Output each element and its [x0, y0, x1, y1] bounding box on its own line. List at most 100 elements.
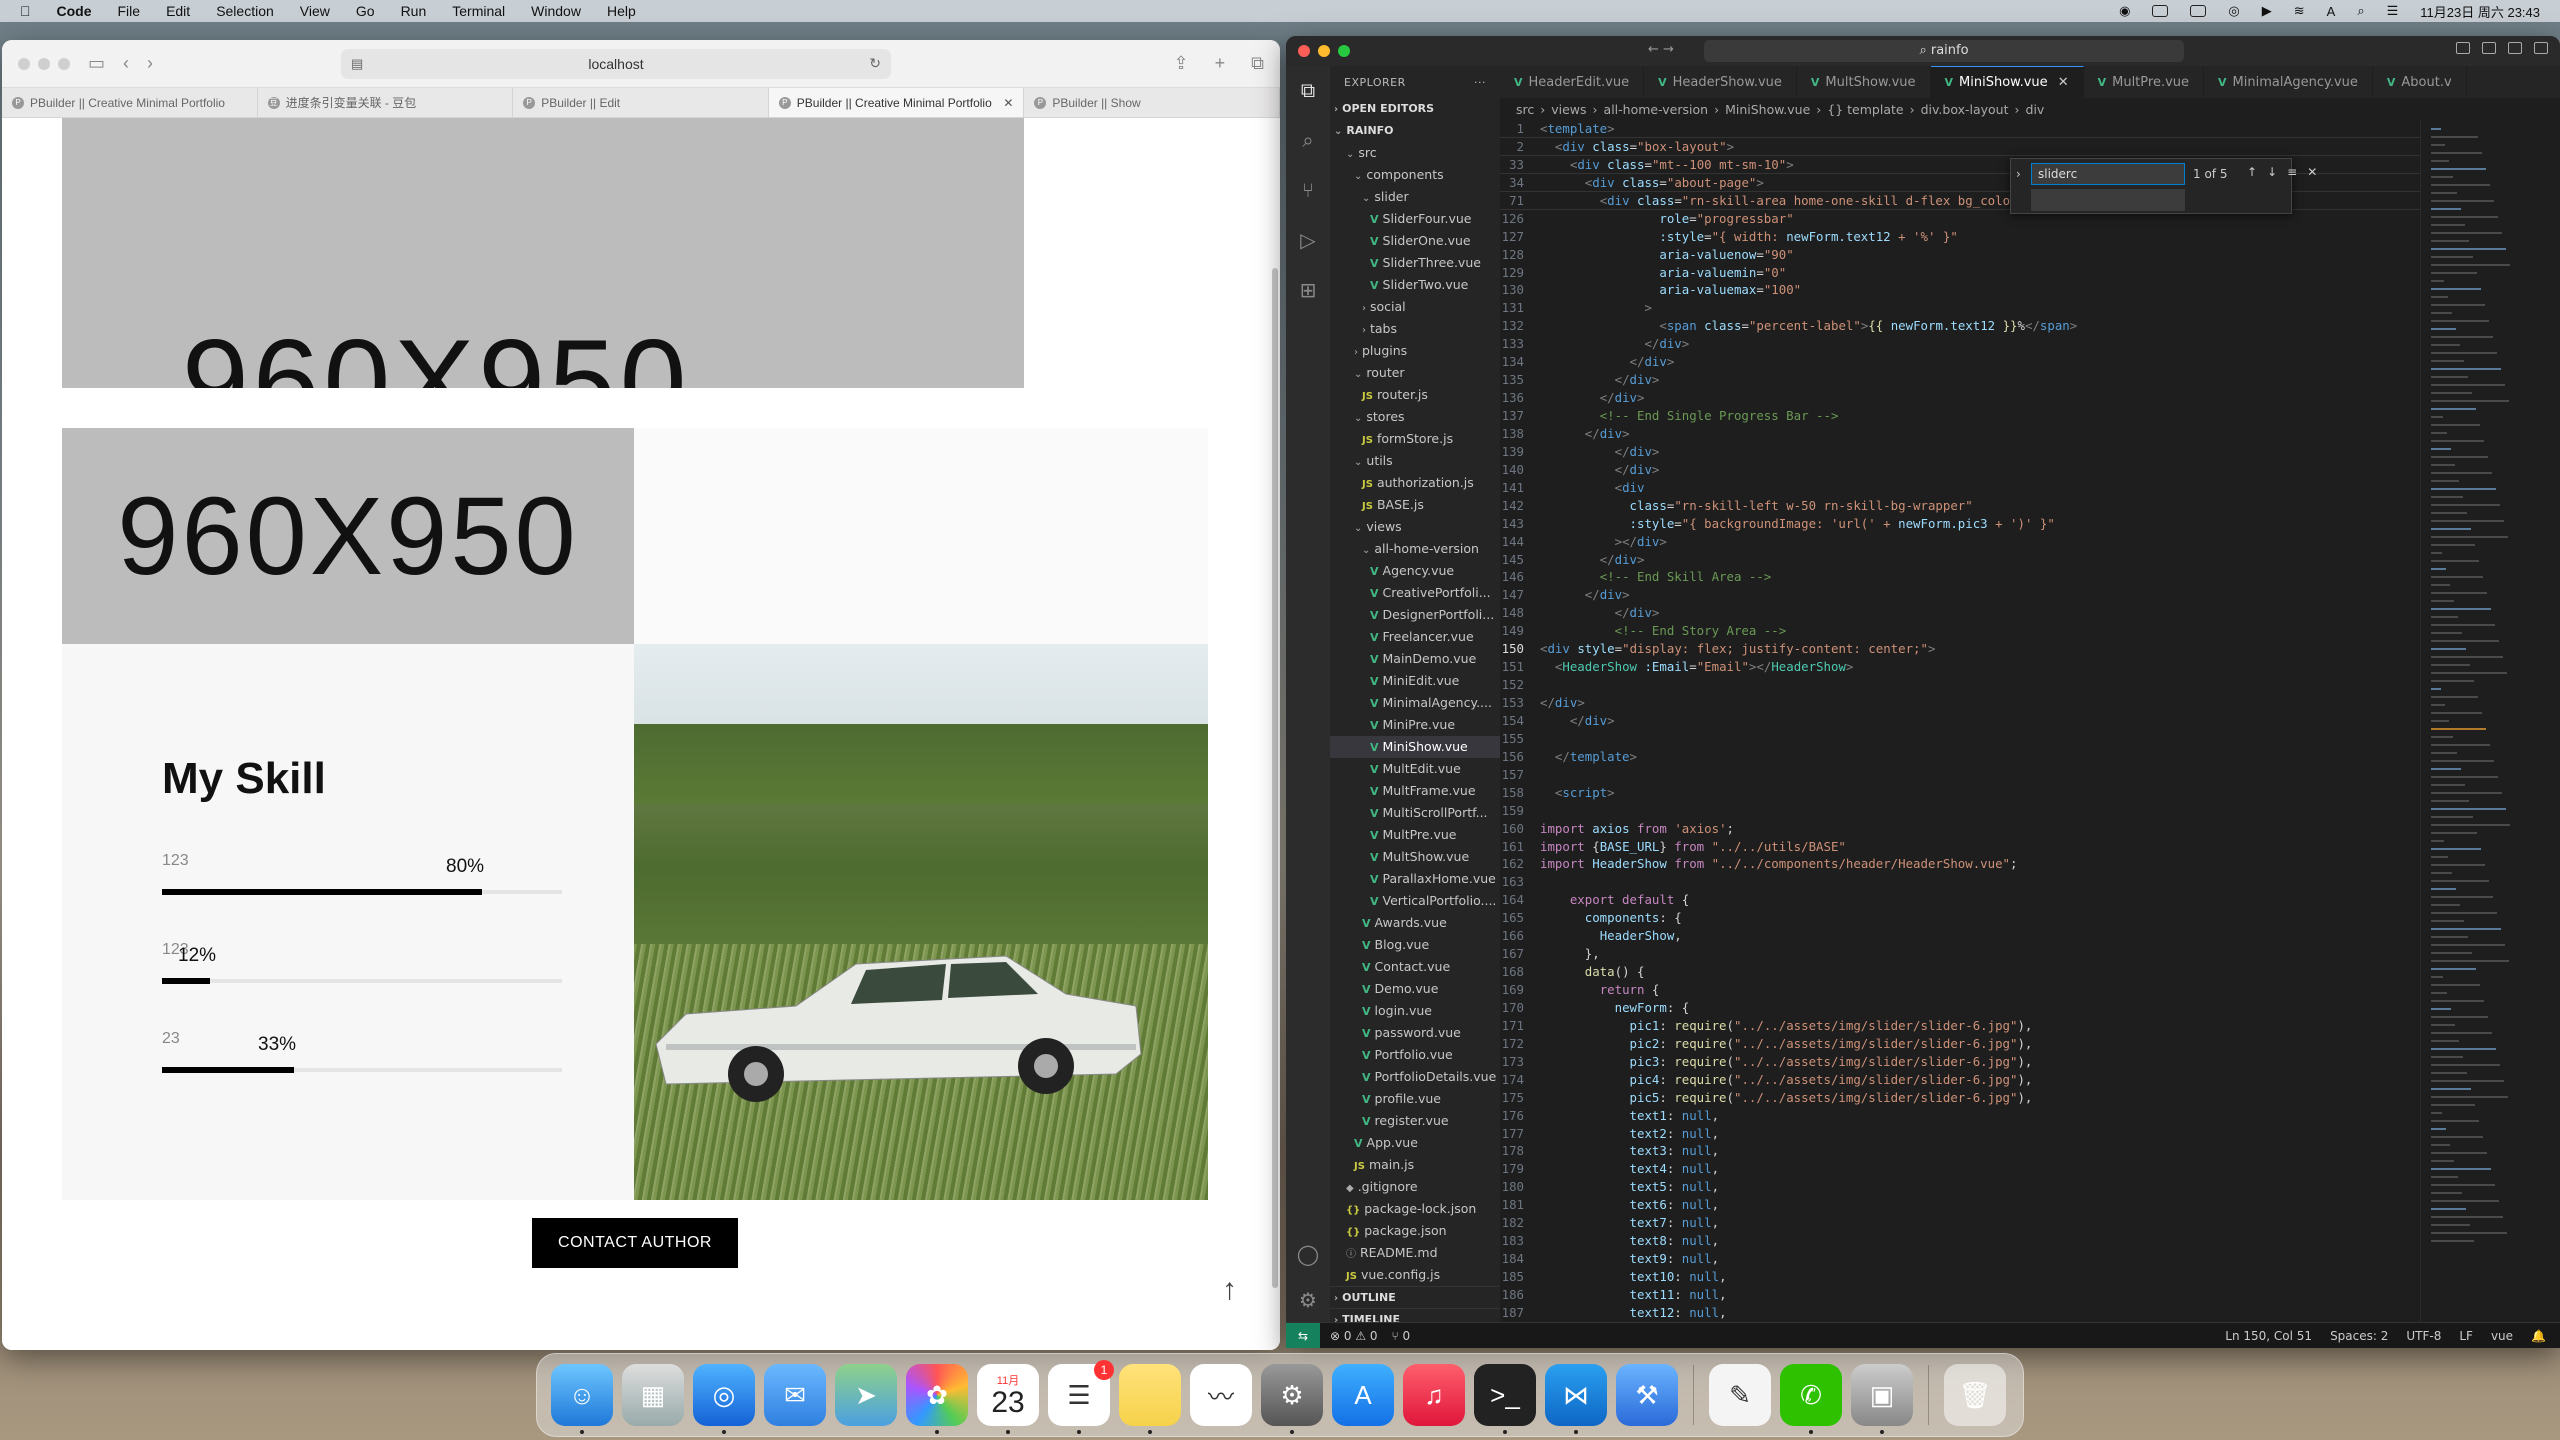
dock-mail-icon[interactable]: ✉	[764, 1364, 826, 1426]
dock-finder-icon[interactable]: ☺	[551, 1364, 613, 1434]
share-icon[interactable]: ⇪	[1174, 53, 1189, 74]
menu-window[interactable]: Window	[531, 3, 581, 19]
menu-clock[interactable]: 11月23日 周六 23:43	[2420, 2, 2540, 21]
code-line[interactable]: 140 </div>	[1500, 461, 2420, 479]
code-line[interactable]: 144 ></div>	[1500, 533, 2420, 551]
run-debug-icon[interactable]: ▷	[1296, 228, 1320, 252]
code-line[interactable]: 149 <!-- End Story Area -->	[1500, 622, 2420, 640]
code-line[interactable]: 138 </div>	[1500, 425, 2420, 443]
editor-tab[interactable]: V HeaderShow.vue	[1644, 66, 1797, 98]
tree-file[interactable]: V Demo.vue	[1330, 978, 1500, 1000]
sticky-scroll-line[interactable]: 2 <div class="box-layout">	[1500, 137, 2420, 156]
editor-tab[interactable]: V MiniShow.vue ✕	[1930, 66, 2084, 98]
code-line[interactable]: 139 </div>	[1500, 443, 2420, 461]
tree-folder[interactable]: ⌄ views	[1330, 516, 1500, 538]
tree-file[interactable]: ◆ .gitignore	[1330, 1176, 1500, 1198]
code-line[interactable]: 171 pic1: require("../../assets/img/slid…	[1500, 1017, 2420, 1035]
code-line[interactable]: 158 <script>	[1500, 784, 2420, 802]
code-line[interactable]: 156 </template>	[1500, 748, 2420, 766]
code-line[interactable]: 137 <!-- End Single Progress Bar -->	[1500, 407, 2420, 425]
editor-tab[interactable]: V HeaderEdit.vue	[1500, 66, 1645, 98]
code-line[interactable]: 177 text2: null,	[1500, 1125, 2420, 1143]
minimize-window-button[interactable]	[1318, 45, 1330, 57]
breadcrumb-item[interactable]: views	[1551, 102, 1586, 117]
tree-folder[interactable]: ⌄ all-home-version	[1330, 538, 1500, 560]
code-line[interactable]: 145 </div>	[1500, 551, 2420, 569]
code-line[interactable]: 132 <span class="percent-label">{{ newFo…	[1500, 317, 2420, 335]
nav-arrows-icon[interactable]: ← →	[1648, 42, 1674, 57]
code-line[interactable]: 133 </div>	[1500, 335, 2420, 353]
menu-help[interactable]: Help	[607, 3, 636, 19]
tree-folder[interactable]: › tabs	[1330, 318, 1500, 340]
tree-file[interactable]: ⓘ README.md	[1330, 1242, 1500, 1264]
code-line[interactable]: 141 <div	[1500, 479, 2420, 497]
menu-edit[interactable]: Edit	[166, 3, 190, 19]
ports-indicator[interactable]: ⑂ 0	[1392, 1329, 1411, 1343]
remote-indicator-icon[interactable]: ⇆	[1286, 1322, 1320, 1348]
code-line[interactable]: 183 text8: null,	[1500, 1232, 2420, 1250]
code-line[interactable]: 146 <!-- End Skill Area -->	[1500, 568, 2420, 586]
code-line[interactable]: 185 text10: null,	[1500, 1268, 2420, 1286]
tree-file[interactable]: V PortfolioDetails.vue	[1330, 1066, 1500, 1088]
tree-folder[interactable]: ⌄ stores	[1330, 406, 1500, 428]
control-center-icon[interactable]: ☰	[2387, 3, 2399, 19]
outline-section[interactable]: › OUTLINE	[1330, 1286, 1500, 1308]
tree-file[interactable]: V SliderTwo.vue	[1330, 274, 1500, 296]
breadcrumb-item[interactable]: MiniShow.vue	[1725, 102, 1810, 117]
command-center-search[interactable]: ⌕ rainfo	[1704, 40, 2184, 62]
breadcrumb-item[interactable]: {} template	[1827, 102, 1903, 117]
toggle-sidebar-icon[interactable]	[2456, 42, 2470, 54]
code-line[interactable]: 169 return {	[1500, 981, 2420, 999]
tree-file[interactable]: JS vue.config.js	[1330, 1264, 1500, 1286]
dock-launchpad-icon[interactable]: ▦	[622, 1364, 684, 1426]
address-bar[interactable]: ▤ localhost ↻	[341, 48, 892, 79]
code-line[interactable]: 135 </div>	[1500, 371, 2420, 389]
dock-terminal-icon[interactable]: >_	[1474, 1364, 1536, 1434]
back-icon[interactable]: ‹	[123, 53, 129, 74]
minimap[interactable]	[2420, 120, 2550, 1322]
tree-file[interactable]: {} package-lock.json	[1330, 1198, 1500, 1220]
code-line[interactable]: 153 </div>	[1500, 694, 2420, 712]
tree-file[interactable]: V SliderThree.vue	[1330, 252, 1500, 274]
code-line[interactable]: 131 >	[1500, 299, 2420, 317]
dock-trash-icon[interactable]: 🗑	[1944, 1364, 2006, 1426]
editor-tab[interactable]: V MinimalAgency.vue	[2204, 66, 2373, 98]
tree-file[interactable]: V SliderOne.vue	[1330, 230, 1500, 252]
code-line[interactable]: 176 text1: null,	[1500, 1107, 2420, 1125]
code-line[interactable]: 154 </div>	[1500, 712, 2420, 730]
dock-textedit-icon[interactable]: ✎	[1709, 1364, 1771, 1426]
code-line[interactable]: 179 text4: null,	[1500, 1160, 2420, 1178]
toggle-replace-icon[interactable]: ›	[2016, 167, 2021, 181]
tree-file[interactable]: V MultShow.vue	[1330, 846, 1500, 868]
breadcrumb-item[interactable]: div	[2026, 102, 2045, 117]
code-line[interactable]: 143 :style="{ backgroundImage: 'url(' + …	[1500, 515, 2420, 533]
end-of-line[interactable]: LF	[2459, 1329, 2473, 1343]
sidebar-toggle-icon[interactable]: ▭	[88, 53, 105, 74]
browser-tab-active[interactable]: P PBuilder || Creative Minimal Portfolio ✕	[768, 88, 1025, 117]
code-line[interactable]: 147 </div>	[1500, 586, 2420, 604]
notifications-icon[interactable]: 🔔	[2531, 1329, 2546, 1343]
browser-tab[interactable]: 豆进度条引变量关联 - 豆包	[258, 88, 514, 117]
settings-gear-icon[interactable]: ⚙	[1296, 1288, 1320, 1312]
code-line[interactable]: 148 </div>	[1500, 604, 2420, 622]
code-line[interactable]: 173 pic3: require("../../assets/img/slid…	[1500, 1053, 2420, 1071]
menu-terminal[interactable]: Terminal	[452, 3, 505, 19]
tree-file[interactable]: JS BASE.js	[1330, 494, 1500, 516]
tree-folder[interactable]: › plugins	[1330, 340, 1500, 362]
play-icon[interactable]: ▶	[2262, 3, 2272, 19]
indentation[interactable]: Spaces: 2	[2330, 1329, 2388, 1343]
sticky-scroll-line[interactable]: 1 <template>	[1500, 120, 2420, 138]
code-line[interactable]: 159	[1500, 802, 2420, 820]
tree-folder[interactable]: ⌄ components	[1330, 164, 1500, 186]
tree-file[interactable]: V MultPre.vue	[1330, 824, 1500, 846]
zoom-window-button[interactable]	[58, 57, 70, 70]
cursor-position[interactable]: Ln 150, Col 51	[2225, 1329, 2312, 1343]
tree-file[interactable]: V Blog.vue	[1330, 934, 1500, 956]
code-line[interactable]: 151 <HeaderShow :Email="Email"></HeaderS…	[1500, 658, 2420, 676]
close-window-button[interactable]	[18, 57, 30, 70]
tree-file[interactable]: V Awards.vue	[1330, 912, 1500, 934]
tree-folder[interactable]: ⌄ src	[1330, 142, 1500, 164]
code-line[interactable]: 150 <div style="display: flex; justify-co…	[1500, 640, 2420, 658]
workspace-root[interactable]: ⌄ RAINFO	[1330, 120, 1500, 142]
find-input[interactable]: sliderc	[2031, 163, 2185, 185]
